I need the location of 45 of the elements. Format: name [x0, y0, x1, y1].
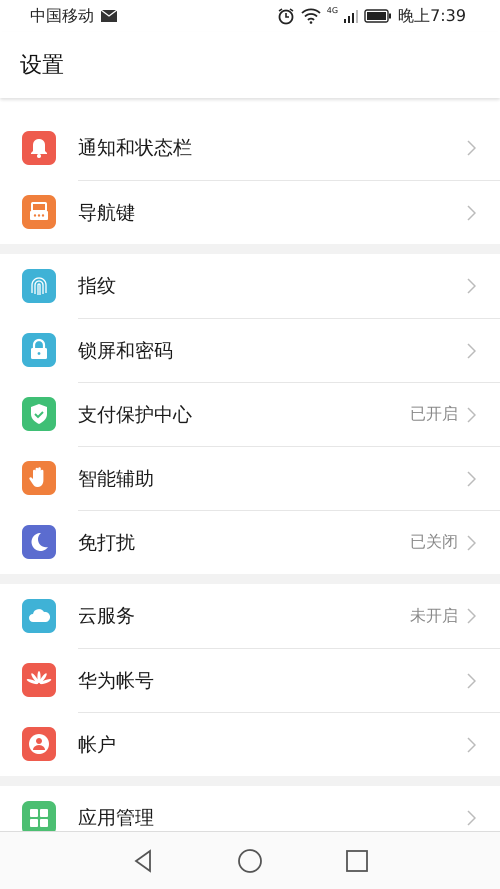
alarm-icon — [276, 7, 295, 25]
network-type: 4G — [326, 6, 338, 15]
setting-label[interactable]: 指纹 — [78, 273, 466, 299]
keyboard-icon — [22, 195, 56, 229]
setting-status: 未开启 — [410, 606, 458, 626]
setting-label[interactable]: 华为帐号 — [78, 668, 466, 694]
lock-icon — [22, 333, 56, 367]
petals-icon — [22, 663, 56, 697]
chevron-icon — [466, 810, 476, 826]
chevron-icon — [466, 672, 476, 688]
cloud-icon — [22, 599, 56, 633]
mail-icon — [100, 9, 118, 23]
shield-icon — [22, 397, 56, 431]
setting-status: 已开启 — [410, 404, 458, 425]
setting-label[interactable]: 支付保护中心 — [78, 402, 410, 428]
chevron-icon — [466, 204, 476, 220]
setting-label[interactable]: 帐户 — [78, 732, 466, 758]
chevron-icon — [466, 470, 476, 486]
chevron-icon — [466, 736, 476, 752]
chevron-icon — [466, 406, 476, 422]
page-title: 设置 — [20, 52, 64, 80]
setting-label[interactable]: 锁屏和密码 — [78, 338, 466, 364]
chevron-icon — [466, 608, 476, 624]
carrier-name: 中国移动 — [30, 6, 94, 26]
signal-icon — [344, 9, 358, 23]
battery-icon — [364, 9, 392, 23]
hand-icon — [22, 461, 56, 495]
setting-label[interactable]: 导航键 — [78, 200, 466, 226]
home-button[interactable] — [236, 848, 263, 874]
setting-label[interactable]: 免打扰 — [78, 530, 410, 556]
person-icon — [22, 727, 56, 761]
setting-label[interactable]: 智能辅助 — [78, 466, 466, 492]
moon-icon — [22, 525, 56, 559]
bell-icon — [22, 131, 56, 165]
chevron-icon — [466, 278, 476, 294]
clock-time: 晚上7:39 — [398, 6, 466, 26]
wifi-icon — [300, 8, 321, 24]
setting-label[interactable]: 通知和状态栏 — [78, 135, 466, 161]
recents-button[interactable] — [344, 848, 370, 874]
chevron-icon — [466, 140, 476, 156]
fingerprint-icon — [22, 269, 56, 303]
chevron-icon — [466, 342, 476, 358]
setting-status: 已关闭 — [410, 532, 458, 553]
chevron-icon — [466, 534, 476, 550]
setting-label[interactable]: 云服务 — [78, 603, 410, 629]
